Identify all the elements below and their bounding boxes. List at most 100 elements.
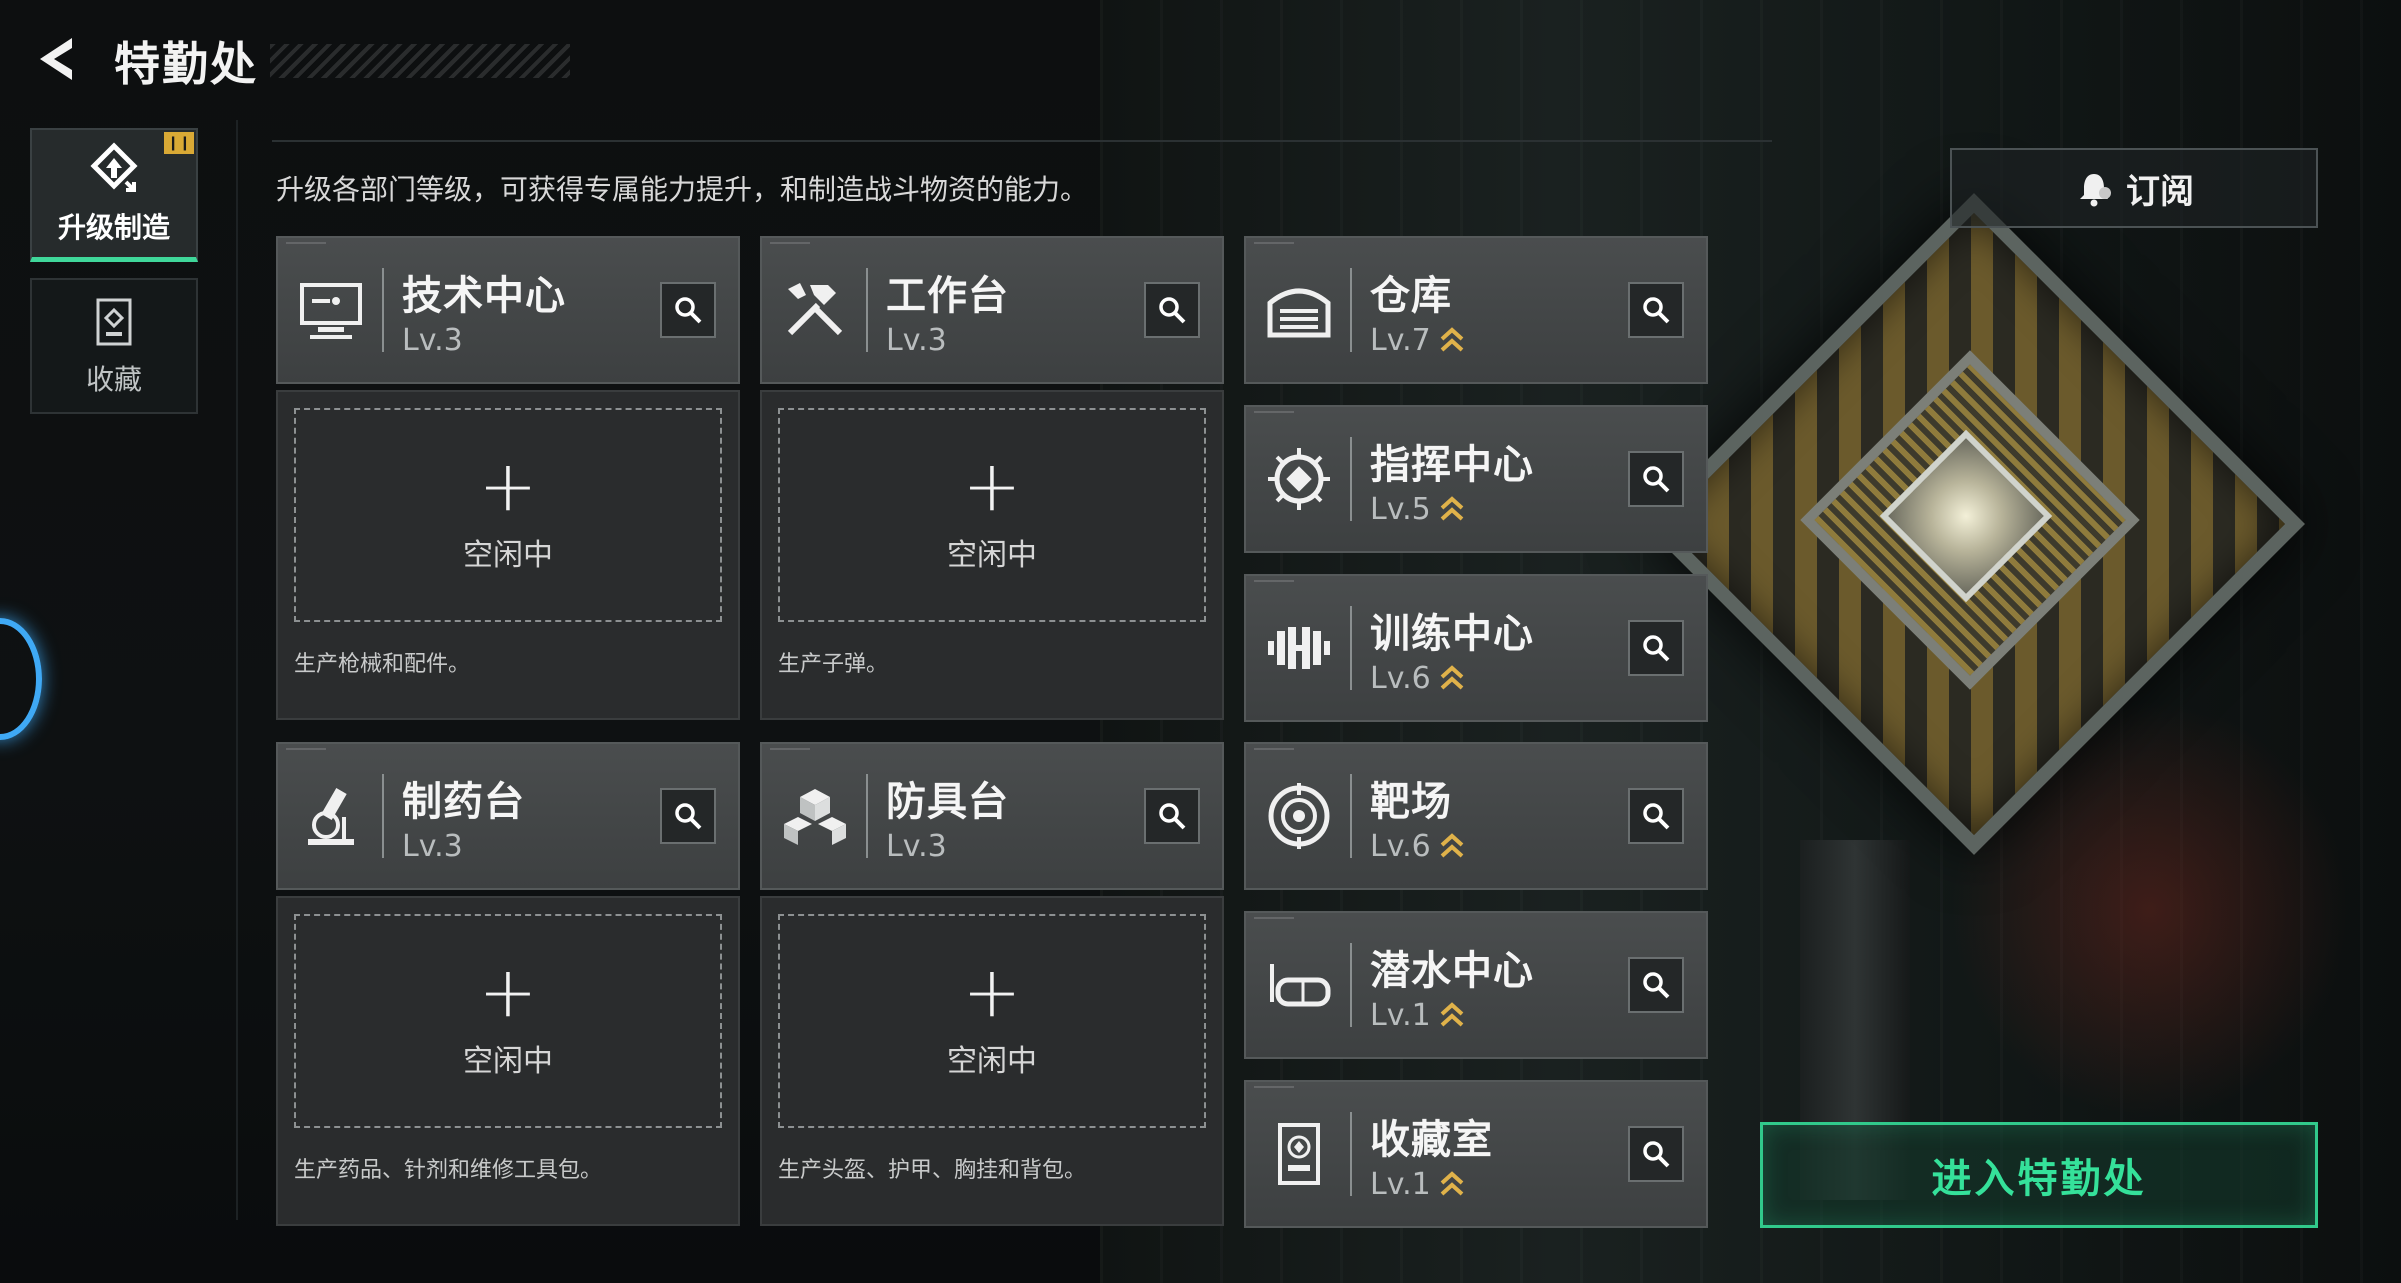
header-divider bbox=[272, 140, 1772, 142]
facility-card-command-center[interactable]: 指挥中心 Lv.5 bbox=[1244, 405, 1708, 553]
upgrade-chevron-icon bbox=[1440, 833, 1464, 858]
tab-upgrade-manufacture[interactable]: ❙❙ 升级制造 bbox=[30, 128, 198, 262]
subscribe-button[interactable]: 订阅 bbox=[1950, 148, 2318, 228]
production-description: 生产子弹。 bbox=[778, 652, 889, 677]
production-slot[interactable]: + 空闲中 bbox=[778, 408, 1206, 622]
tab-collection[interactable]: 收藏 bbox=[30, 278, 198, 414]
enter-button-label: 进入特勤处 bbox=[1931, 1156, 2147, 1202]
card-separator bbox=[1350, 1112, 1352, 1196]
screen: 特勤处 ❙❙ 升级制造 收藏 升级各部门等级，可获得专属能力提升，和制造战斗物资… bbox=[0, 0, 2401, 1283]
sidebar-divider bbox=[236, 120, 238, 1220]
production-slot[interactable]: + 空闲中 bbox=[778, 914, 1206, 1128]
collection-room-icon bbox=[1278, 1123, 1320, 1185]
inspect-button[interactable] bbox=[1628, 1126, 1684, 1182]
facility-level: Lv.7 bbox=[1370, 323, 1628, 358]
page-description: 升级各部门等级，可获得专属能力提升，和制造战斗物资的能力。 bbox=[276, 173, 1089, 206]
production-slot[interactable]: + 空闲中 bbox=[294, 408, 722, 622]
card-corner bbox=[1254, 1086, 1294, 1094]
production-description: 生产头盔、护甲、胸挂和背包。 bbox=[778, 1158, 1087, 1183]
search-icon bbox=[1643, 1141, 1670, 1168]
inspect-button[interactable] bbox=[1628, 788, 1684, 844]
facility-card-collection-room[interactable]: 收藏室 Lv.1 bbox=[1244, 1080, 1708, 1228]
card-corner bbox=[1254, 242, 1294, 250]
card-corner bbox=[286, 242, 326, 250]
card-text: 防具台 Lv.3 bbox=[886, 769, 1144, 864]
production-panel-pharmacy: + 空闲中 生产药品、针剂和维修工具包。 bbox=[276, 896, 740, 1226]
facility-level: Lv.1 bbox=[1370, 998, 1628, 1033]
page-title: 特勤处 bbox=[114, 37, 258, 91]
facility-card-diving-center[interactable]: 潜水中心 Lv.1 bbox=[1244, 911, 1708, 1059]
card-text: 技术中心 Lv.3 bbox=[402, 263, 660, 358]
inspect-button[interactable] bbox=[1628, 451, 1684, 507]
level-text: Lv.3 bbox=[886, 828, 947, 864]
search-icon bbox=[1159, 297, 1186, 324]
facility-card-workbench[interactable]: 工作台 Lv.3 bbox=[760, 236, 1224, 384]
search-icon bbox=[1643, 803, 1670, 830]
facility-name: 制药台 bbox=[402, 778, 525, 825]
enter-special-ops-button[interactable]: 进入特勤处 bbox=[1760, 1122, 2318, 1228]
production-slot[interactable]: + 空闲中 bbox=[294, 914, 722, 1128]
slot-status: 空闲中 bbox=[463, 538, 553, 573]
inspect-button[interactable] bbox=[1628, 957, 1684, 1013]
armor-blocks-icon bbox=[784, 789, 846, 845]
upgrade-chevron-icon bbox=[1440, 665, 1464, 690]
inspect-button[interactable] bbox=[1144, 788, 1200, 844]
facility-name: 指挥中心 bbox=[1370, 441, 1534, 488]
card-text: 潜水中心 Lv.1 bbox=[1370, 938, 1628, 1033]
facility-level: Lv.5 bbox=[1370, 492, 1628, 527]
production-panel-armor-bench: + 空闲中 生产头盔、护甲、胸挂和背包。 bbox=[760, 896, 1224, 1226]
card-separator bbox=[1350, 943, 1352, 1027]
facility-name: 仓库 bbox=[1370, 272, 1452, 319]
card-corner bbox=[770, 748, 810, 756]
scene-cube bbox=[1643, 193, 2305, 855]
slot-status: 空闲中 bbox=[463, 1044, 553, 1079]
computer-icon bbox=[300, 283, 362, 339]
card-separator bbox=[866, 268, 868, 352]
facility-card-shooting-range[interactable]: 靶场 Lv.6 bbox=[1244, 742, 1708, 890]
facility-card-warehouse[interactable]: 仓库 Lv.7 bbox=[1244, 236, 1708, 384]
facility-card-pharmacy[interactable]: 制药台 Lv.3 bbox=[276, 742, 740, 890]
level-text: Lv.7 bbox=[1370, 322, 1431, 358]
inspect-button[interactable] bbox=[660, 788, 716, 844]
search-icon bbox=[675, 297, 702, 324]
upgrade-chevron-icon bbox=[1440, 1171, 1464, 1196]
upgrade-chevron-icon bbox=[1440, 327, 1464, 352]
card-corner bbox=[1254, 411, 1294, 419]
inspect-button[interactable] bbox=[1628, 282, 1684, 338]
card-corner bbox=[286, 748, 326, 756]
card-corner bbox=[1254, 748, 1294, 756]
facility-card-training-center[interactable]: 训练中心 Lv.6 bbox=[1244, 574, 1708, 722]
slot-status: 空闲中 bbox=[947, 1044, 1037, 1079]
card-separator bbox=[1350, 606, 1352, 690]
facility-level: Lv.3 bbox=[886, 323, 1144, 358]
facility-card-armor-bench[interactable]: 防具台 Lv.3 bbox=[760, 742, 1224, 890]
card-text: 训练中心 Lv.6 bbox=[1370, 601, 1628, 696]
search-icon bbox=[1643, 635, 1670, 662]
plus-icon: + bbox=[478, 951, 538, 1033]
card-text: 收藏室 Lv.1 bbox=[1370, 1107, 1628, 1202]
level-text: Lv.3 bbox=[402, 828, 463, 864]
search-icon bbox=[1643, 972, 1670, 999]
card-text: 仓库 Lv.7 bbox=[1370, 263, 1628, 358]
facility-name: 工作台 bbox=[886, 272, 1009, 319]
inspect-button[interactable] bbox=[1144, 282, 1200, 338]
inspect-button[interactable] bbox=[660, 282, 716, 338]
facility-name: 训练中心 bbox=[1370, 610, 1534, 657]
card-separator bbox=[1350, 268, 1352, 352]
search-icon bbox=[675, 803, 702, 830]
back-arrow-icon[interactable] bbox=[28, 30, 86, 88]
card-text: 靶场 Lv.6 bbox=[1370, 769, 1628, 864]
chip-icon bbox=[1268, 448, 1330, 510]
facility-level: Lv.1 bbox=[1370, 1167, 1628, 1202]
search-icon bbox=[1643, 297, 1670, 324]
card-corner bbox=[1254, 580, 1294, 588]
level-text: Lv.5 bbox=[1370, 491, 1431, 527]
tab-badge: ❙❙ bbox=[164, 132, 194, 154]
facility-card-tech-center[interactable]: 技术中心 Lv.3 bbox=[276, 236, 740, 384]
card-corner bbox=[1254, 917, 1294, 925]
inspect-button[interactable] bbox=[1628, 620, 1684, 676]
tab-label: 收藏 bbox=[85, 363, 142, 396]
slot-status: 空闲中 bbox=[947, 538, 1037, 573]
upgrade-chevron-icon bbox=[1440, 1002, 1464, 1027]
facility-name: 潜水中心 bbox=[1370, 947, 1534, 994]
